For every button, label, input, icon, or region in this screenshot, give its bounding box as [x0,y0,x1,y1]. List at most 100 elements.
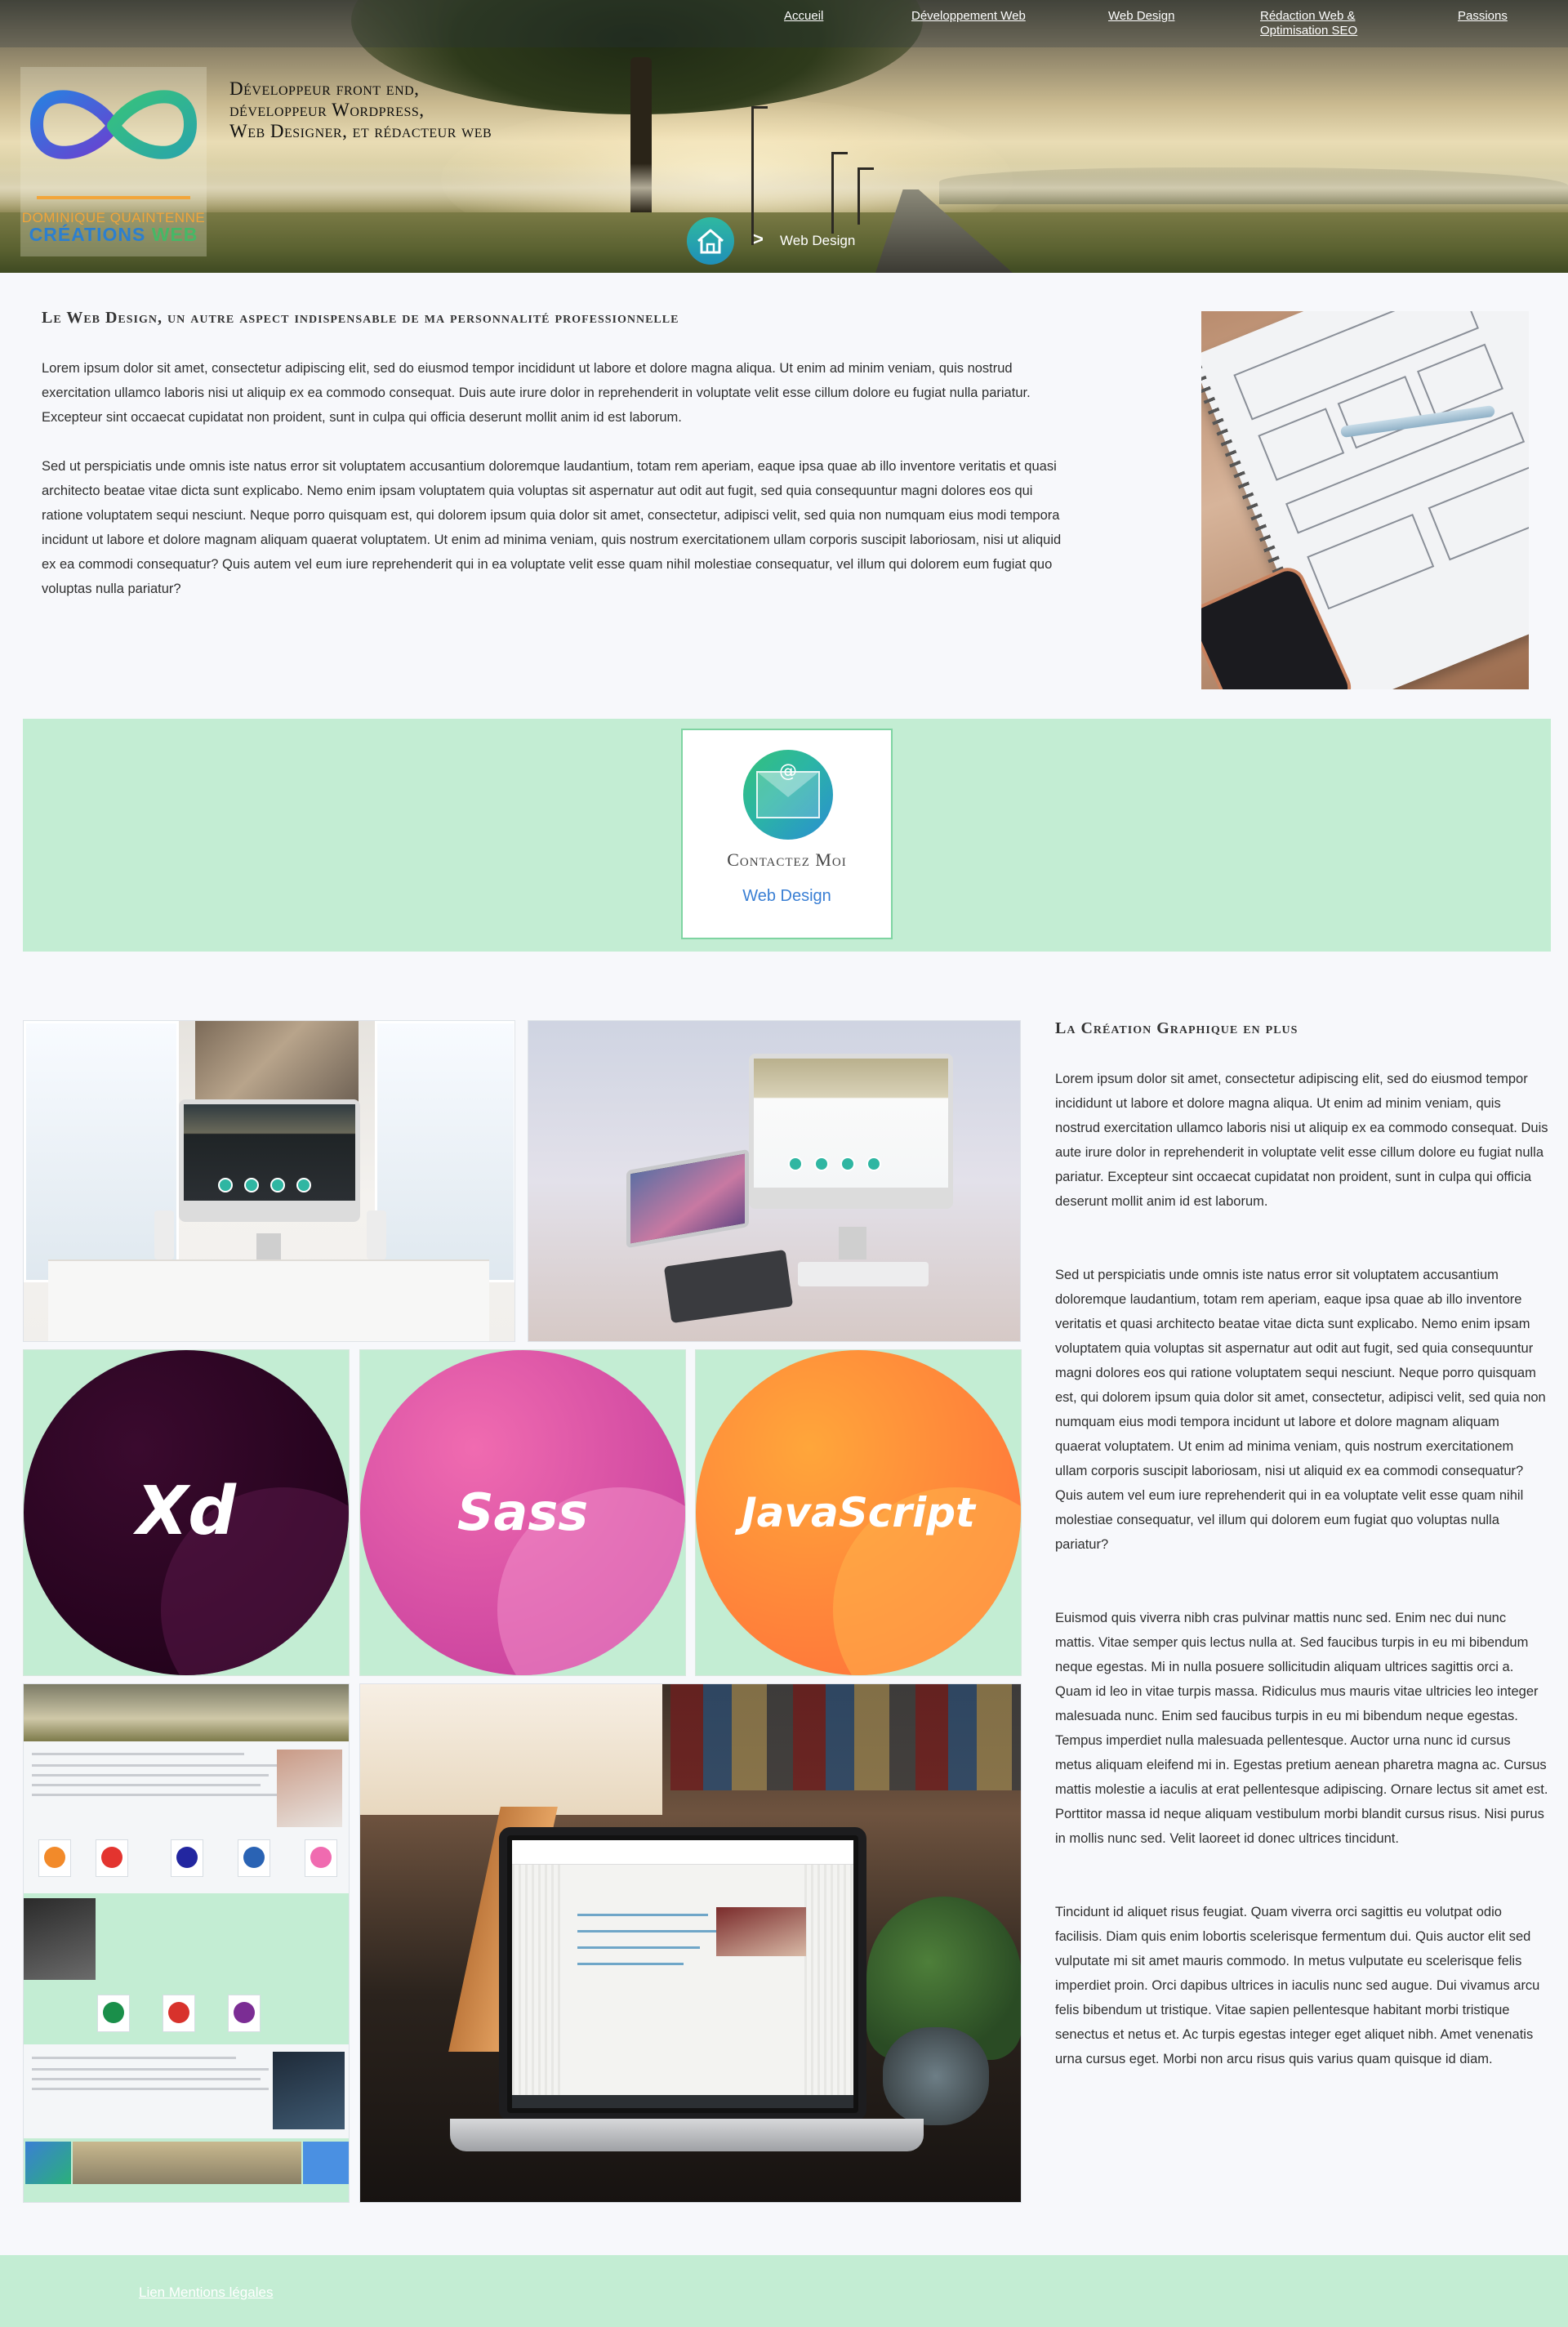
mockup-text-line [32,2068,269,2071]
mockup-photo [73,2142,301,2184]
lamp-shade [360,1684,662,1815]
tagline-line: Développeur front end, [229,78,420,99]
wireframe-sketch-photo [1201,311,1529,689]
imac-monitor [179,1099,360,1222]
laptop [626,1148,749,1249]
mockup-text-line [32,1794,277,1796]
mockup-text-line [32,2088,269,2090]
os-taskbar [512,2095,853,2108]
site-text-line [577,1946,700,1949]
nav-item-redaction-web[interactable]: Rédaction Web & Optimisation SEO [1260,9,1357,38]
hero-banner: Accueil Développement Web Web Design Réd… [0,0,1568,273]
nav-item-passions[interactable]: Passions [1458,9,1508,24]
breadcrumb-current-page: Web Design [780,233,856,248]
intro-title: Le Web Design, un autre aspect indispens… [42,309,679,327]
mockup-icon [310,1847,332,1868]
street-lamp [858,167,874,225]
glass-jar [883,2027,989,2125]
contact-title: Contactez Moi [727,849,847,870]
sass-logo-text: Sass [457,1482,589,1542]
creation-paragraph: Euismod quis viverra nibh cras pulvinar … [1055,1611,1548,1846]
mockup-text-line [32,2078,261,2080]
sketch-box [1337,376,1424,449]
window [375,1021,514,1282]
logo-brand-part1: CRÉATIONS [29,224,152,245]
site-side-pattern [512,1865,561,2108]
nav-item-accueil[interactable]: Accueil [784,9,823,24]
site-tagline: Développeur front end, développeur Wordp… [229,78,589,142]
street-lamp [751,106,768,245]
site-text-line [577,1963,684,1965]
mockup-photo [24,1898,96,1980]
mockup-header [24,1684,349,1741]
imac-monitor [749,1054,953,1209]
nav-item-redaction-line1: Rédaction Web & [1260,9,1356,23]
creation-title: La Création Graphique en plus [1055,1019,1298,1037]
creation-paragraph: Tincidunt id aliquet risus feugiat. Quam… [1055,1905,1540,2066]
mockup-text-line [32,1753,244,1755]
site-header [512,1840,853,1865]
speaker [154,1210,174,1259]
logo-brand-part2: WEB [151,224,198,245]
creation-paragraph: Lorem ipsum dolor sit amet, consectetur … [1055,1072,1548,1209]
workspace-photo-imac [23,1020,515,1342]
morning-mist [0,163,1568,212]
contact-card-button[interactable]: @ Contactez Moi Web Design [681,729,893,939]
xd-logo-tile: Xd [23,1349,350,1676]
xd-logo-text: Xd [136,1473,236,1550]
logo-divider [37,196,190,199]
mockup-photo [303,2142,349,2184]
mockup-card [38,1839,71,1877]
tagline-line: Web Designer, et rédacteur web [229,121,492,141]
mockup-icon [44,1847,65,1868]
workspace-photo-imac-laptop [528,1020,1021,1342]
top-navigation: Accueil Développement Web Web Design Réd… [0,0,1568,47]
nav-item-redaction-line2: Optimisation SEO [1260,24,1358,38]
contact-subtitle: Web Design [742,887,831,905]
mockup-icon [168,2002,189,2023]
laptop-screen [630,1153,745,1244]
nav-item-web-design[interactable]: Web Design [1108,9,1174,24]
mockup-icon [103,2002,124,2023]
website-mockup-screenshot [23,1683,350,2203]
javascript-logo-text: JavaScript [742,1489,975,1536]
site-logo[interactable]: DOMINIQUE QUAINTENNE CRÉATIONS WEB [20,67,207,256]
mockup-photo [25,2142,71,2184]
sketch-box [1307,513,1435,610]
nav-item-developpement-web[interactable]: Développement Web [911,9,1026,24]
javascript-logo-tile: JavaScript [695,1349,1022,1676]
street-lamp [831,152,848,234]
tagline-line: développeur Wordpress, [229,100,425,120]
macbook-workspace-photo [359,1683,1022,2203]
mockup-text-line [32,1774,269,1776]
infinity-logo-icon [29,90,198,159]
breadcrumb-home-button[interactable] [687,217,734,265]
sass-logo-tile: Sass [359,1349,686,1676]
legal-notice-link[interactable]: Lien Mentions légales [139,2285,273,2301]
creation-paragraph: Sed ut perspiciatis unde omnis iste natu… [1055,1268,1546,1552]
macbook-website [512,1840,853,2108]
macbook-base [450,2119,924,2151]
mockup-card [97,1995,130,2032]
mockup-text-line [32,1784,261,1786]
mockup-card [171,1839,203,1877]
site-side-pattern [804,1865,853,2108]
intro-paragraph: Sed ut perspiciatis unde omnis iste natu… [42,459,1062,596]
keyboard [798,1262,929,1286]
mockup-icon [101,1847,122,1868]
imac-stand [839,1227,866,1259]
mockup-text-line [32,1764,277,1767]
mockup-card [238,1839,270,1877]
at-sign: @ [779,761,797,782]
mail-icon: @ [743,750,833,840]
desk [48,1259,489,1341]
site-text-line [577,1914,708,1916]
mockup-card [163,1995,195,2032]
bookshelf [670,1684,1021,1790]
mockup-card [228,1995,261,2032]
home-icon [697,229,724,254]
mockup-text-line [32,2057,236,2059]
sketch-box [1258,408,1345,481]
mockup-photo [273,2052,345,2129]
mockup-card [96,1839,128,1877]
